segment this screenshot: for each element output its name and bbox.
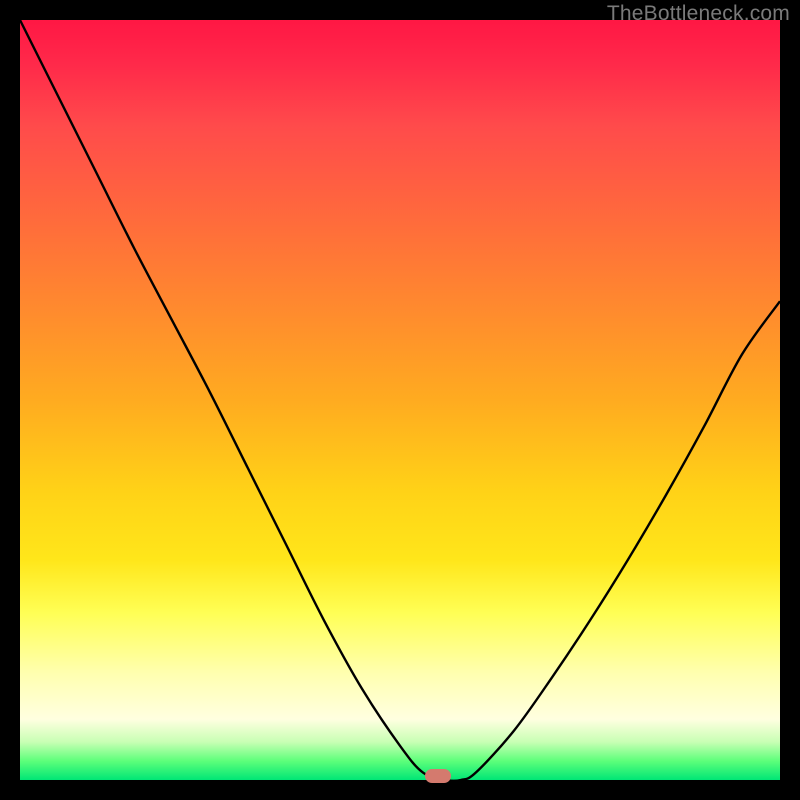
bottleneck-curve: [20, 20, 780, 781]
plot-area: [20, 20, 780, 780]
optimal-point-marker: [425, 769, 451, 783]
curve-svg: [20, 20, 780, 780]
chart-frame: TheBottleneck.com: [0, 0, 800, 800]
